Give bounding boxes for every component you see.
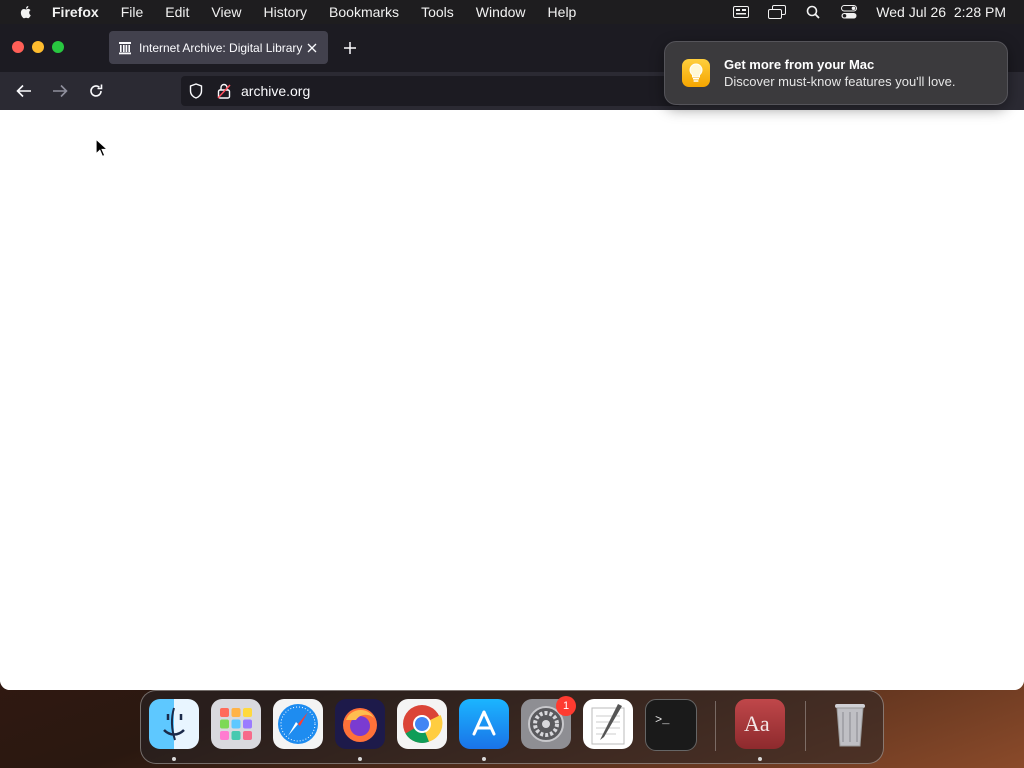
system-settings-badge: 1 (556, 696, 576, 716)
dock-finder-icon[interactable] (149, 699, 199, 749)
menu-window[interactable]: Window (476, 4, 526, 20)
tracking-protection-shield-icon[interactable] (187, 82, 205, 100)
address-bar[interactable]: archive.org (181, 76, 681, 106)
dock-separator (805, 701, 806, 751)
menu-help[interactable]: Help (548, 4, 577, 20)
notification-title: Get more from your Mac (724, 57, 875, 72)
new-tab-icon[interactable] (341, 39, 359, 57)
lightbulb-icon (682, 59, 710, 87)
menu-bar-clock[interactable]: Wed Jul 26 2:28 PM (876, 4, 1006, 20)
menu-bar: Firefox File Edit View History Bookmarks… (0, 0, 1024, 24)
dock-running-indicator (758, 757, 762, 761)
spotlight-search-icon[interactable] (804, 4, 822, 20)
menu-bookmarks[interactable]: Bookmarks (329, 4, 399, 20)
address-bar-url: archive.org (241, 83, 311, 99)
svg-text:>_: >_ (655, 713, 670, 727)
dock-separator (715, 701, 716, 751)
dock-running-indicator (172, 757, 176, 761)
tab-title: Internet Archive: Digital Library (139, 40, 303, 55)
notification-banner[interactable]: Get more from your Mac Discover must-kno… (664, 41, 1008, 105)
forward-arrow-icon[interactable] (50, 81, 70, 101)
window-controls (12, 41, 64, 53)
dock-safari-icon[interactable] (273, 699, 323, 749)
menu-tools[interactable]: Tools (421, 4, 454, 20)
reload-icon[interactable] (86, 81, 106, 101)
dock-running-indicator (358, 757, 362, 761)
zoom-window-button[interactable] (52, 41, 64, 53)
archive-building-icon (117, 40, 133, 56)
apple-menu-icon[interactable] (18, 4, 34, 20)
minimize-window-button[interactable] (32, 41, 44, 53)
close-tab-icon[interactable] (304, 40, 320, 56)
notification-body: Discover must-know features you'll love. (724, 74, 956, 89)
browser-window: Internet Archive: Digital Library archiv (0, 24, 1024, 690)
page-content-blank[interactable] (0, 110, 1024, 690)
control-center-icon[interactable] (840, 4, 858, 20)
app-menu-firefox[interactable]: Firefox (52, 4, 99, 20)
svg-text:Aa: Aa (744, 711, 770, 736)
keyboard-input-icon[interactable] (732, 4, 750, 20)
dock-firefox-icon[interactable] (335, 699, 385, 749)
dock-app-store-icon[interactable] (459, 699, 509, 749)
tab-internet-archive[interactable]: Internet Archive: Digital Library (109, 31, 328, 64)
screen-mirroring-icon[interactable] (768, 4, 787, 20)
dock-dictionary-icon[interactable]: Aa (735, 699, 785, 749)
dock-trash-icon[interactable] (825, 699, 875, 749)
back-arrow-icon[interactable] (14, 81, 34, 101)
dock-running-indicator (482, 757, 486, 761)
dock-launchpad-icon[interactable] (211, 699, 261, 749)
dock-textedit-icon[interactable] (583, 699, 633, 749)
menu-history[interactable]: History (263, 4, 307, 20)
menu-file[interactable]: File (121, 4, 144, 20)
dock-terminal-icon[interactable]: >_ (645, 699, 697, 751)
notification-text: Get more from your Mac Discover must-kno… (724, 57, 956, 89)
close-window-button[interactable] (12, 41, 24, 53)
mouse-pointer-icon (95, 138, 109, 158)
menu-view[interactable]: View (211, 4, 241, 20)
dock: >_ Aa (140, 690, 884, 764)
insecure-lock-icon[interactable] (215, 82, 233, 100)
menu-bar-extras: Wed Jul 26 2:28 PM (732, 0, 1006, 24)
dock-chrome-icon[interactable] (397, 699, 447, 749)
menu-edit[interactable]: Edit (165, 4, 189, 20)
